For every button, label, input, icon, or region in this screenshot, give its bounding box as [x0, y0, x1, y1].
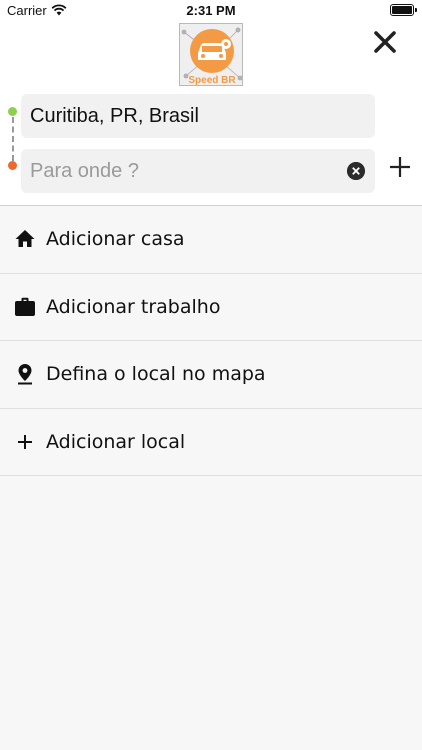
route-connector-line [12, 117, 14, 161]
add-stop-button[interactable] [388, 155, 412, 179]
battery-icon [390, 4, 417, 16]
origin-field-value: Curitiba, PR, Brasil [30, 105, 199, 127]
clear-input-icon[interactable] [347, 162, 365, 180]
destination-dot-icon [8, 161, 17, 170]
saved-places-list: Adicionar casa Adicionar trabalho Defina… [0, 206, 422, 476]
destination-field-placeholder: Para onde ? [30, 160, 139, 182]
plus-icon [18, 434, 32, 449]
menu-item-label: Adicionar trabalho [46, 295, 221, 318]
destination-field[interactable]: Para onde ? [21, 149, 375, 193]
status-time: 2:31 PM [186, 3, 236, 18]
menu-item-add-home[interactable]: Adicionar casa [0, 206, 422, 274]
menu-item-label: Adicionar casa [46, 228, 185, 250]
origin-dot-icon [8, 107, 17, 116]
menu-item-label: Adicionar local [46, 430, 186, 453]
menu-item-add-work[interactable]: Adicionar trabalho [0, 274, 422, 341]
menu-item-set-on-map[interactable]: Defina o local no mapa [0, 341, 422, 409]
briefcase-icon [15, 297, 35, 316]
menu-item-add-place[interactable]: Adicionar local [0, 409, 422, 476]
close-button[interactable] [371, 28, 399, 56]
origin-field[interactable]: Curitiba, PR, Brasil [21, 94, 375, 138]
home-icon [15, 230, 35, 247]
menu-item-label: Defina o local no mapa [46, 363, 266, 385]
app-logo: Speed BR [179, 23, 243, 86]
map-pin-icon [18, 364, 32, 385]
status-bar: Carrier 2:31 PM [0, 0, 422, 22]
route-header: Speed BR Curitiba, PR, Brasil Para onde … [0, 22, 422, 206]
logo-text: Speed BR [188, 75, 236, 86]
